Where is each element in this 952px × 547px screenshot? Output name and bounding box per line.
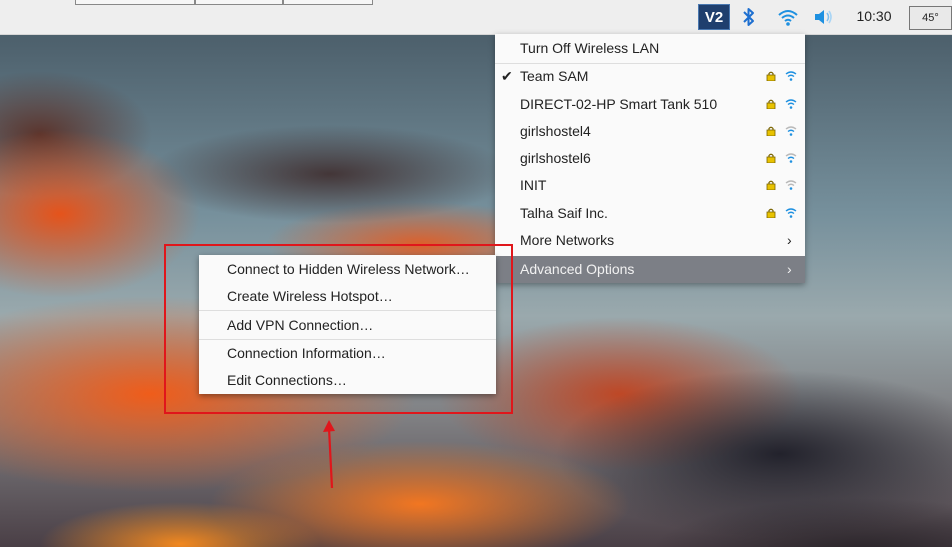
chevron-right-icon: › [787, 232, 792, 248]
signal-icon [785, 126, 797, 136]
network-item[interactable]: ✔ Team SAM [495, 63, 805, 90]
network-item[interactable]: INIT [495, 172, 805, 199]
wifi-icon[interactable] [775, 4, 801, 30]
network-ssid: girlshostel6 [520, 150, 591, 166]
top-panel: V2 10:30 45° [0, 0, 952, 35]
signal-icon [785, 99, 797, 109]
network-ssid: INIT [520, 177, 547, 193]
highlight-annotation-box [164, 244, 513, 414]
chevron-right-icon: › [787, 261, 792, 277]
network-ssid: Talha Saif Inc. [520, 205, 608, 221]
taskbar-window-button[interactable] [283, 0, 373, 5]
bluetooth-icon[interactable] [738, 4, 760, 30]
network-item[interactable]: DIRECT-02-HP Smart Tank 510 [495, 91, 805, 118]
network-ssid: DIRECT-02-HP Smart Tank 510 [520, 96, 718, 112]
signal-icon [785, 153, 797, 163]
network-item[interactable]: girlshostel6 [495, 145, 805, 172]
taskbar-window-button[interactable] [75, 0, 195, 5]
network-ssid: girlshostel4 [520, 123, 591, 139]
network-menu: Turn Off Wireless LAN ✔ Team SAM DIRECT-… [495, 34, 805, 283]
lock-icon [766, 180, 776, 190]
vnc-label: V2 [704, 8, 724, 26]
more-networks-label: More Networks [520, 232, 615, 248]
annotation-arrow-icon [323, 420, 335, 489]
lock-icon [766, 71, 776, 81]
cpu-temperature-badge[interactable]: 45° [909, 6, 952, 30]
lock-icon [766, 99, 776, 109]
signal-icon [785, 208, 797, 218]
taskbar-window-button[interactable] [195, 0, 283, 5]
turn-off-wireless-item[interactable]: Turn Off Wireless LAN [495, 35, 805, 62]
network-item[interactable]: girlshostel4 [495, 118, 805, 145]
advanced-options-item[interactable]: Advanced Options › [495, 256, 805, 283]
lock-icon [766, 153, 776, 163]
vnc-icon[interactable]: V2 [698, 4, 730, 30]
signal-icon [785, 180, 797, 190]
lock-icon [766, 208, 776, 218]
turn-off-wireless-label: Turn Off Wireless LAN [520, 40, 660, 56]
signal-icon [785, 71, 797, 81]
volume-icon[interactable] [810, 4, 836, 30]
connected-check-icon: ✔ [501, 68, 513, 84]
clock[interactable]: 10:30 [848, 8, 900, 24]
network-ssid: Team SAM [520, 68, 589, 84]
more-networks-item[interactable]: More Networks › [495, 227, 805, 254]
advanced-options-label: Advanced Options [520, 261, 635, 277]
lock-icon [766, 126, 776, 136]
network-item[interactable]: Talha Saif Inc. [495, 200, 805, 227]
